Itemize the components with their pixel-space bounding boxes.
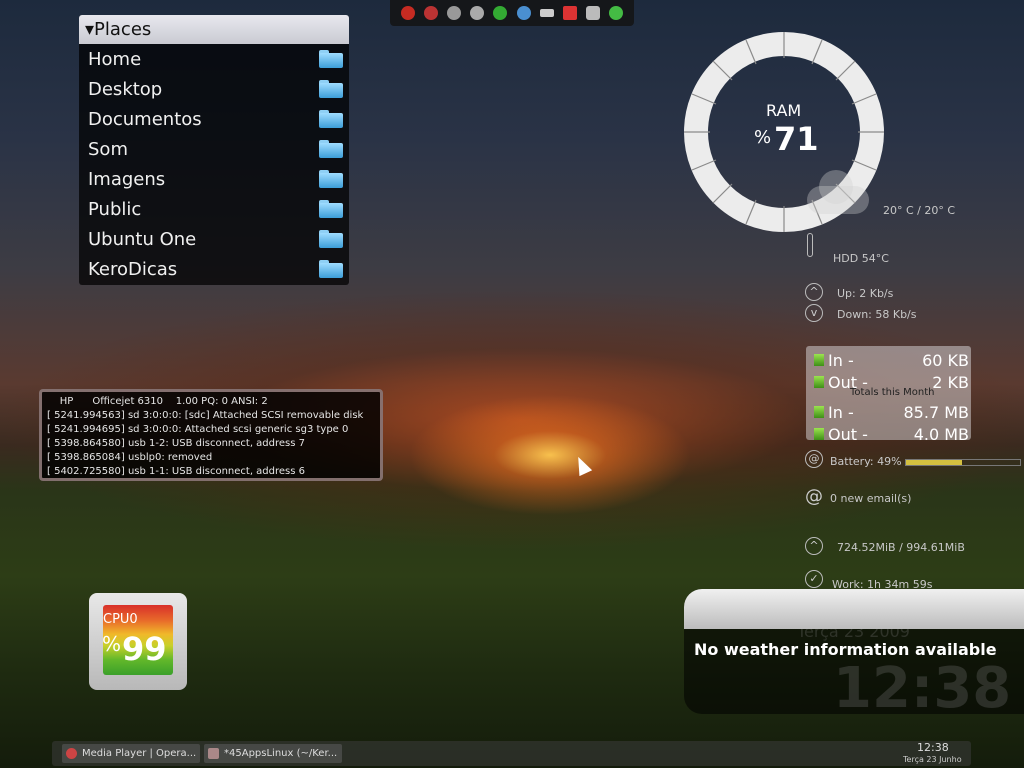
email-count: 0 new email(s) bbox=[830, 492, 912, 505]
place-label: Documentos bbox=[88, 108, 202, 130]
network-totals-box: In - 60 KB Out - 2 KB Totals this Month In… bbox=[806, 346, 971, 444]
ram-percent-sign: % bbox=[754, 127, 772, 148]
place-label: Desktop bbox=[88, 78, 163, 100]
email-icon: @ bbox=[805, 486, 823, 507]
log-line: [ 5402.725580] usb 1-1: USB disconnect, … bbox=[47, 466, 306, 477]
volume-icon[interactable] bbox=[609, 6, 624, 20]
in-arrow-icon bbox=[814, 406, 824, 418]
place-documentos[interactable]: Documentos bbox=[79, 104, 349, 134]
check-icon: ✓ bbox=[805, 570, 823, 588]
memory-usage: 724.52MiB / 994.61MiB bbox=[837, 541, 965, 554]
system-log: HP Officejet 6310 1.00 PQ: 0 ANSI: 2 [ 5… bbox=[39, 389, 383, 481]
clock-ghost: 12:38 bbox=[833, 656, 1012, 721]
places-widget: ▾Places Home Desktop Documentos Som Imag… bbox=[79, 15, 349, 285]
log-line: [ 5241.994695] sd 3:0:0:0: Attached scsi… bbox=[47, 424, 349, 435]
weather-panel-header bbox=[684, 589, 1024, 629]
place-ubuntu-one[interactable]: Ubuntu One bbox=[79, 224, 349, 254]
task-label: *45AppsLinux (~/Ker... bbox=[224, 748, 338, 759]
weather-temp: 20° C / 20° C bbox=[883, 204, 956, 217]
wifi-icon[interactable] bbox=[562, 6, 577, 20]
ram-label: RAM bbox=[766, 101, 802, 120]
log-line: [ 5241.994563] sd 3:0:0:0: [sdc] Attache… bbox=[47, 410, 364, 421]
net-up: Up: 2 Kb/s bbox=[837, 287, 894, 300]
message-icon[interactable] bbox=[470, 6, 485, 20]
taskbar: Media Player | Opera... *45AppsLinux (~/… bbox=[52, 741, 971, 766]
cpu-value: 99 bbox=[122, 630, 167, 668]
place-label: Home bbox=[88, 48, 142, 70]
mouse-cursor bbox=[571, 453, 593, 477]
in-total-value: 85.7 MB bbox=[903, 403, 970, 422]
folder-icon bbox=[319, 140, 343, 158]
taskbar-time[interactable]: 12:38 bbox=[917, 741, 949, 754]
out-label: Out - bbox=[828, 425, 868, 444]
folder-icon bbox=[319, 260, 343, 278]
upload-icon: ^ bbox=[805, 283, 823, 301]
cpu-percent-sign: % bbox=[102, 632, 122, 656]
place-label: Som bbox=[88, 138, 128, 160]
battery-bar bbox=[905, 459, 1021, 466]
place-label: Imagens bbox=[88, 168, 166, 190]
opera-icon bbox=[66, 748, 77, 759]
cpu-label: CPU0 bbox=[103, 612, 138, 627]
folder-icon bbox=[319, 230, 343, 248]
memory-icon: ^ bbox=[805, 537, 823, 555]
log-line: HP Officejet 6310 1.00 PQ: 0 ANSI: 2 bbox=[47, 396, 268, 407]
editor-icon bbox=[208, 748, 219, 759]
place-label: Ubuntu One bbox=[88, 228, 197, 250]
app-icon[interactable] bbox=[423, 6, 438, 20]
folder-icon bbox=[319, 80, 343, 98]
place-kerodicas[interactable]: KeroDicas bbox=[79, 254, 349, 284]
weather-message: No weather information available bbox=[694, 640, 997, 659]
out-value: 2 KB bbox=[932, 373, 969, 392]
bluetooth-icon[interactable] bbox=[516, 6, 531, 20]
place-label: Public bbox=[88, 198, 142, 220]
battery-status-icon: @ bbox=[805, 450, 823, 468]
clipboard-icon[interactable] bbox=[586, 6, 601, 20]
hdd-temp: HDD 54°C bbox=[833, 252, 889, 265]
system-tray bbox=[390, 0, 634, 26]
totals-title: Totals this Month bbox=[850, 387, 935, 398]
chat-icon[interactable] bbox=[446, 6, 461, 20]
ram-value: 71 bbox=[774, 120, 819, 158]
in-label: In - bbox=[828, 403, 854, 422]
folder-icon bbox=[319, 200, 343, 218]
place-home[interactable]: Home bbox=[79, 44, 349, 74]
task-editor[interactable]: *45AppsLinux (~/Ker... bbox=[204, 744, 342, 763]
places-header[interactable]: ▾Places bbox=[79, 15, 349, 44]
download-arrow-icon: v bbox=[805, 304, 823, 322]
place-desktop[interactable]: Desktop bbox=[79, 74, 349, 104]
download-icon[interactable] bbox=[493, 6, 508, 20]
log-line: [ 5398.865084] usblp0: removed bbox=[47, 452, 213, 463]
thermometer-icon bbox=[807, 233, 813, 257]
folder-icon bbox=[319, 50, 343, 68]
log-line: [ 5398.864580] usb 1-2: USB disconnect, … bbox=[47, 438, 306, 449]
out-arrow-icon bbox=[814, 376, 824, 388]
task-label: Media Player | Opera... bbox=[82, 748, 197, 759]
place-public[interactable]: Public bbox=[79, 194, 349, 224]
place-label: KeroDicas bbox=[88, 258, 178, 280]
places-title: Places bbox=[94, 19, 152, 40]
battery-bar-fill bbox=[906, 460, 962, 465]
task-media-player[interactable]: Media Player | Opera... bbox=[62, 744, 200, 763]
net-down: Down: 58 Kb/s bbox=[837, 308, 917, 321]
place-som[interactable]: Som bbox=[79, 134, 349, 164]
folder-icon bbox=[319, 110, 343, 128]
folder-icon bbox=[319, 170, 343, 188]
in-arrow-icon bbox=[814, 354, 824, 366]
battery-icon[interactable] bbox=[539, 9, 554, 17]
taskbar-date: Terça 23 Junho bbox=[903, 755, 962, 764]
battery-text: Battery: 49% bbox=[830, 455, 902, 468]
out-total-value: 4.0 MB bbox=[913, 425, 969, 444]
out-arrow-icon bbox=[814, 428, 824, 440]
weather-cloud-icon bbox=[797, 168, 872, 216]
in-value: 60 KB bbox=[922, 351, 969, 370]
place-imagens[interactable]: Imagens bbox=[79, 164, 349, 194]
opera-icon[interactable] bbox=[400, 6, 415, 20]
in-label: In - bbox=[828, 351, 854, 370]
